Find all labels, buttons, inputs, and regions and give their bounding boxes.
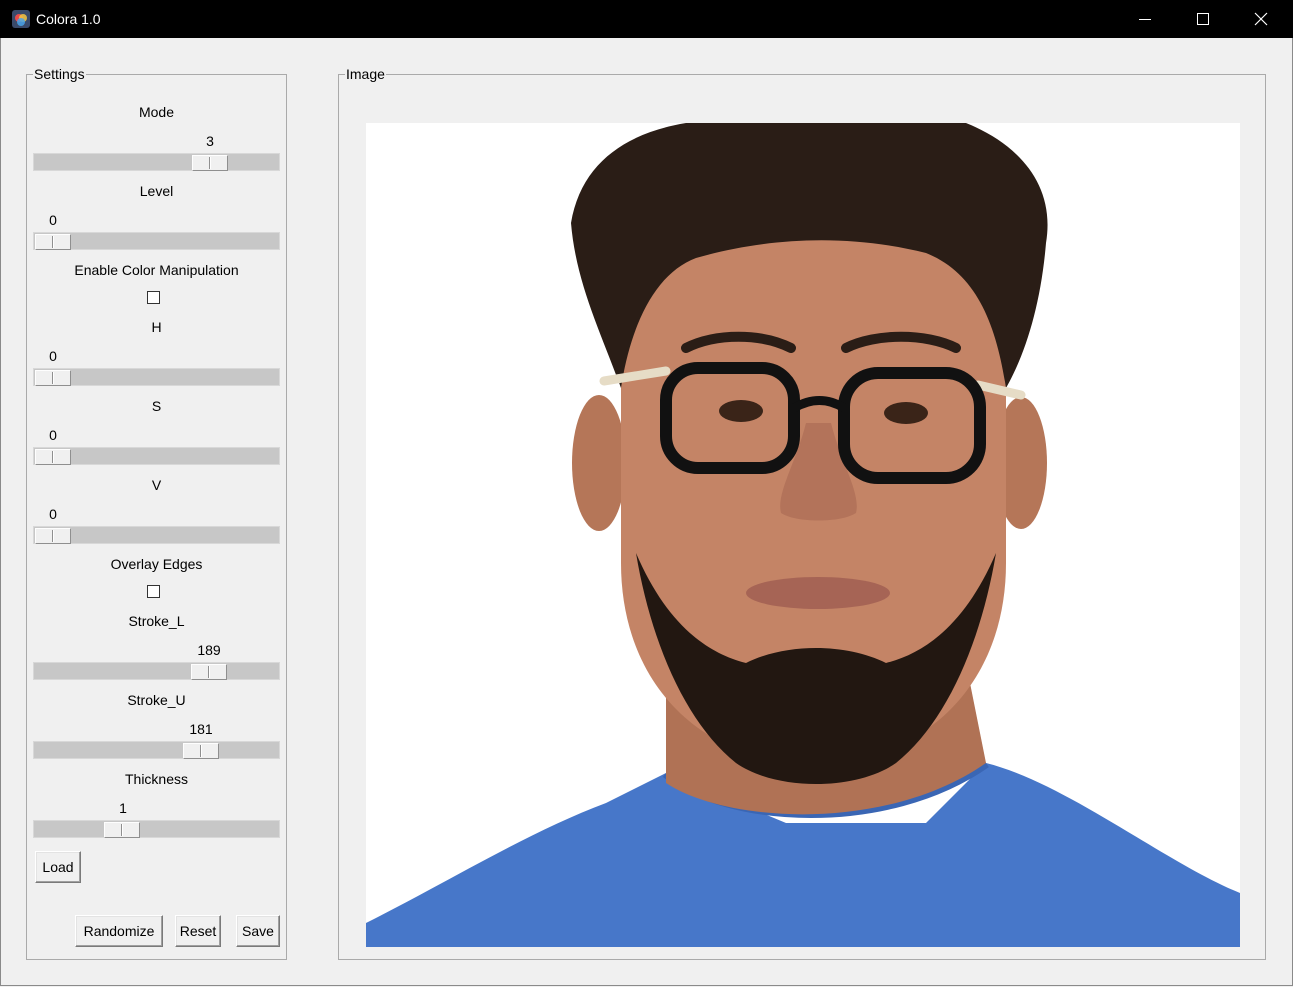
stroke-u-slider-thumb[interactable]: [183, 743, 219, 759]
stroke-l-label: Stroke_L: [128, 613, 185, 629]
image-legend: Image: [346, 66, 385, 82]
mode-value: 3: [206, 133, 214, 149]
s-label: S: [151, 398, 162, 414]
thickness-slider[interactable]: [33, 820, 280, 838]
level-slider-thumb[interactable]: [35, 234, 71, 250]
overlay-edges-label: Overlay Edges: [110, 556, 203, 572]
s-value: 0: [49, 427, 57, 443]
level-value: 0: [49, 212, 57, 228]
image-canvas: [366, 123, 1240, 947]
load-button[interactable]: Load: [35, 851, 81, 883]
stroke-l-slider-thumb[interactable]: [191, 664, 227, 680]
thickness-label: Thickness: [124, 771, 189, 787]
color-manipulation-checkbox[interactable]: [147, 291, 160, 304]
mode-label: Mode: [138, 104, 175, 120]
stroke-l-slider[interactable]: [33, 662, 280, 680]
settings-group: Settings Mode 3 Level 0 Enable Color Man…: [26, 67, 287, 960]
stroke-u-value: 181: [189, 721, 213, 737]
image-group: Image: [338, 67, 1266, 960]
mode-slider[interactable]: [33, 153, 280, 171]
randomize-button[interactable]: Randomize: [75, 915, 163, 947]
minimize-icon: [1139, 19, 1151, 20]
v-value: 0: [49, 506, 57, 522]
close-button[interactable]: [1232, 0, 1290, 38]
stroke-u-slider[interactable]: [33, 741, 280, 759]
thickness-slider-thumb[interactable]: [104, 822, 140, 838]
v-slider-thumb[interactable]: [35, 528, 71, 544]
h-value: 0: [49, 348, 57, 364]
s-slider[interactable]: [33, 447, 280, 465]
settings-legend: Settings: [34, 66, 85, 82]
portrait-photo: [366, 123, 1240, 947]
stroke-u-label: Stroke_U: [127, 692, 186, 708]
color-manipulation-label: Enable Color Manipulation: [74, 262, 239, 278]
v-label: V: [151, 477, 162, 493]
h-slider[interactable]: [33, 368, 280, 386]
app-icon: [12, 10, 30, 28]
save-button[interactable]: Save: [236, 915, 280, 947]
h-label: H: [151, 319, 162, 335]
mode-slider-thumb[interactable]: [192, 155, 228, 171]
thickness-value: 1: [119, 800, 127, 816]
window-title: Colora 1.0: [36, 11, 101, 27]
maximize-button[interactable]: [1174, 0, 1232, 38]
v-slider[interactable]: [33, 526, 280, 544]
minimize-button[interactable]: [1116, 0, 1174, 38]
maximize-icon: [1197, 13, 1209, 25]
overlay-edges-checkbox[interactable]: [147, 585, 160, 598]
reset-button[interactable]: Reset: [175, 915, 221, 947]
h-slider-thumb[interactable]: [35, 370, 71, 386]
s-slider-thumb[interactable]: [35, 449, 71, 465]
level-label: Level: [139, 183, 174, 199]
title-bar: Colora 1.0: [0, 0, 1293, 38]
close-icon: [1254, 12, 1268, 26]
stroke-l-value: 189: [197, 642, 221, 658]
level-slider[interactable]: [33, 232, 280, 250]
